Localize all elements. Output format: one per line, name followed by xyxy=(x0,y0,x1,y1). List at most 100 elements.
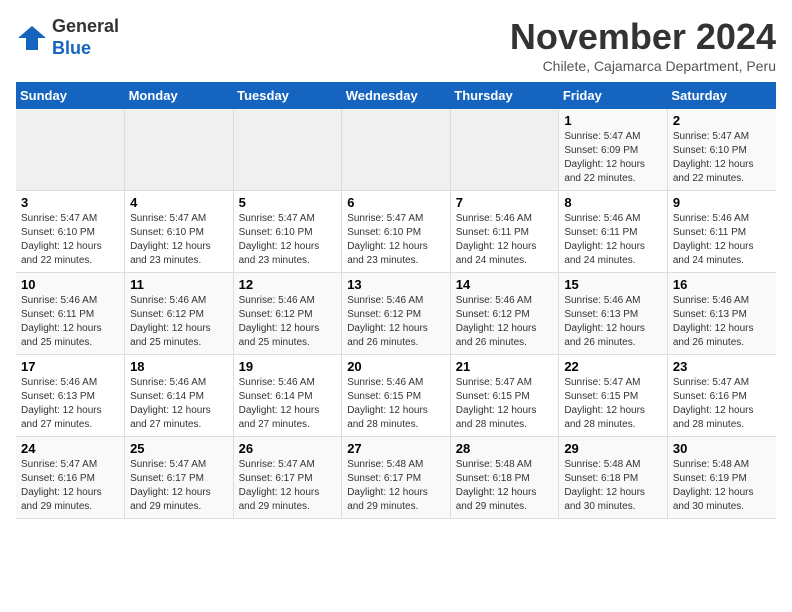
day-number: 5 xyxy=(239,195,337,210)
calendar-week-0: 1 Sunrise: 5:47 AM Sunset: 6:09 PM Daylig… xyxy=(16,109,776,191)
calendar-cell: 23 Sunrise: 5:47 AM Sunset: 6:16 PM Dayli… xyxy=(667,355,776,437)
day-info: Sunrise: 5:46 AM Sunset: 6:12 PM Dayligh… xyxy=(456,294,554,350)
day-number: 17 xyxy=(21,359,119,374)
calendar-cell: 12 Sunrise: 5:46 AM Sunset: 6:12 PM Dayli… xyxy=(233,273,342,355)
day-number: 6 xyxy=(347,195,445,210)
day-info: Sunrise: 5:48 AM Sunset: 6:18 PM Dayligh… xyxy=(456,458,554,514)
calendar-cell: 20Sunrise: 5:46 AM Sunset: 6:15 PM Dayli… xyxy=(342,355,451,437)
day-info: Sunrise: 5:48 AM Sunset: 6:18 PM Dayligh… xyxy=(564,458,662,514)
day-number: 4 xyxy=(130,195,228,210)
day-info: Sunrise: 5:46 AM Sunset: 6:11 PM Dayligh… xyxy=(673,212,771,268)
day-header-friday: Friday xyxy=(559,82,668,109)
calendar-cell: 29 Sunrise: 5:48 AM Sunset: 6:18 PM Dayli… xyxy=(559,437,668,519)
day-info: Sunrise: 5:47 AM Sunset: 6:15 PM Dayligh… xyxy=(564,376,662,432)
day-number: 13 xyxy=(347,277,445,292)
day-number: 1 xyxy=(564,113,662,128)
calendar-cell: 26 Sunrise: 5:47 AM Sunset: 6:17 PM Dayli… xyxy=(233,437,342,519)
calendar-cell xyxy=(450,109,559,191)
day-info: Sunrise: 5:46 AM Sunset: 6:11 PM Dayligh… xyxy=(456,212,554,268)
calendar-body: 1 Sunrise: 5:47 AM Sunset: 6:09 PM Daylig… xyxy=(16,109,776,519)
calendar-cell: 3Sunrise: 5:47 AM Sunset: 6:10 PM Daylig… xyxy=(16,191,125,273)
calendar-cell: 14 Sunrise: 5:46 AM Sunset: 6:12 PM Dayli… xyxy=(450,273,559,355)
calendar-cell: 10Sunrise: 5:46 AM Sunset: 6:11 PM Dayli… xyxy=(16,273,125,355)
day-number: 28 xyxy=(456,441,554,456)
title-area: November 2024 Chilete, Cajamarca Departm… xyxy=(510,16,776,74)
day-number: 23 xyxy=(673,359,771,374)
day-number: 12 xyxy=(239,277,337,292)
calendar-cell: 27Sunrise: 5:48 AM Sunset: 6:17 PM Dayli… xyxy=(342,437,451,519)
logo-text: General Blue xyxy=(52,16,119,59)
day-header-sunday: Sunday xyxy=(16,82,125,109)
day-info: Sunrise: 5:47 AM Sunset: 6:10 PM Dayligh… xyxy=(239,212,337,268)
calendar-cell xyxy=(16,109,125,191)
day-number: 30 xyxy=(673,441,771,456)
calendar-cell: 22 Sunrise: 5:47 AM Sunset: 6:15 PM Dayli… xyxy=(559,355,668,437)
calendar-cell: 9 Sunrise: 5:46 AM Sunset: 6:11 PM Daylig… xyxy=(667,191,776,273)
day-info: Sunrise: 5:46 AM Sunset: 6:11 PM Dayligh… xyxy=(564,212,662,268)
day-header-tuesday: Tuesday xyxy=(233,82,342,109)
day-number: 14 xyxy=(456,277,554,292)
calendar-cell: 7Sunrise: 5:46 AM Sunset: 6:11 PM Daylig… xyxy=(450,191,559,273)
calendar-cell xyxy=(125,109,234,191)
calendar-header-row: SundayMondayTuesdayWednesdayThursdayFrid… xyxy=(16,82,776,109)
calendar-cell: 28 Sunrise: 5:48 AM Sunset: 6:18 PM Dayli… xyxy=(450,437,559,519)
day-info: Sunrise: 5:46 AM Sunset: 6:13 PM Dayligh… xyxy=(21,376,119,432)
day-number: 15 xyxy=(564,277,662,292)
calendar-cell: 19Sunrise: 5:46 AM Sunset: 6:14 PM Dayli… xyxy=(233,355,342,437)
day-info: Sunrise: 5:47 AM Sunset: 6:09 PM Dayligh… xyxy=(564,130,662,186)
day-number: 22 xyxy=(564,359,662,374)
day-number: 21 xyxy=(456,359,554,374)
day-number: 2 xyxy=(673,113,771,128)
day-info: Sunrise: 5:47 AM Sunset: 6:16 PM Dayligh… xyxy=(673,376,771,432)
day-number: 16 xyxy=(673,277,771,292)
day-number: 8 xyxy=(564,195,662,210)
day-header-thursday: Thursday xyxy=(450,82,559,109)
calendar-cell xyxy=(342,109,451,191)
calendar-week-2: 10Sunrise: 5:46 AM Sunset: 6:11 PM Dayli… xyxy=(16,273,776,355)
day-info: Sunrise: 5:47 AM Sunset: 6:10 PM Dayligh… xyxy=(130,212,228,268)
day-number: 24 xyxy=(21,441,119,456)
calendar-cell: 11Sunrise: 5:46 AM Sunset: 6:12 PM Dayli… xyxy=(125,273,234,355)
calendar-cell: 13 Sunrise: 5:46 AM Sunset: 6:12 PM Dayli… xyxy=(342,273,451,355)
day-info: Sunrise: 5:48 AM Sunset: 6:19 PM Dayligh… xyxy=(673,458,771,514)
calendar-week-4: 24Sunrise: 5:47 AM Sunset: 6:16 PM Dayli… xyxy=(16,437,776,519)
calendar-cell: 6 Sunrise: 5:47 AM Sunset: 6:10 PM Daylig… xyxy=(342,191,451,273)
day-number: 9 xyxy=(673,195,771,210)
calendar-week-3: 17 Sunrise: 5:46 AM Sunset: 6:13 PM Dayli… xyxy=(16,355,776,437)
day-number: 25 xyxy=(130,441,228,456)
day-number: 19 xyxy=(239,359,337,374)
day-number: 26 xyxy=(239,441,337,456)
calendar-cell: 17 Sunrise: 5:46 AM Sunset: 6:13 PM Dayli… xyxy=(16,355,125,437)
calendar-cell: 30 Sunrise: 5:48 AM Sunset: 6:19 PM Dayli… xyxy=(667,437,776,519)
day-info: Sunrise: 5:46 AM Sunset: 6:13 PM Dayligh… xyxy=(673,294,771,350)
day-number: 18 xyxy=(130,359,228,374)
calendar-cell: 25 Sunrise: 5:47 AM Sunset: 6:17 PM Dayli… xyxy=(125,437,234,519)
day-info: Sunrise: 5:47 AM Sunset: 6:10 PM Dayligh… xyxy=(347,212,445,268)
day-info: Sunrise: 5:46 AM Sunset: 6:12 PM Dayligh… xyxy=(347,294,445,350)
day-info: Sunrise: 5:46 AM Sunset: 6:14 PM Dayligh… xyxy=(130,376,228,432)
calendar-cell: 16 Sunrise: 5:46 AM Sunset: 6:13 PM Dayli… xyxy=(667,273,776,355)
page-header: General Blue November 2024 Chilete, Caja… xyxy=(16,16,776,74)
day-number: 20 xyxy=(347,359,445,374)
calendar-cell: 24Sunrise: 5:47 AM Sunset: 6:16 PM Dayli… xyxy=(16,437,125,519)
logo: General Blue xyxy=(16,16,119,59)
day-info: Sunrise: 5:47 AM Sunset: 6:17 PM Dayligh… xyxy=(130,458,228,514)
day-number: 3 xyxy=(21,195,119,210)
month-title: November 2024 xyxy=(510,16,776,58)
logo-icon xyxy=(16,24,48,52)
calendar-cell: 8 Sunrise: 5:46 AM Sunset: 6:11 PM Daylig… xyxy=(559,191,668,273)
day-info: Sunrise: 5:48 AM Sunset: 6:17 PM Dayligh… xyxy=(347,458,445,514)
day-header-saturday: Saturday xyxy=(667,82,776,109)
calendar-cell: 2 Sunrise: 5:47 AM Sunset: 6:10 PM Daylig… xyxy=(667,109,776,191)
day-header-monday: Monday xyxy=(125,82,234,109)
calendar-cell xyxy=(233,109,342,191)
day-info: Sunrise: 5:46 AM Sunset: 6:12 PM Dayligh… xyxy=(130,294,228,350)
day-header-wednesday: Wednesday xyxy=(342,82,451,109)
calendar-table: SundayMondayTuesdayWednesdayThursdayFrid… xyxy=(16,82,776,519)
day-info: Sunrise: 5:47 AM Sunset: 6:10 PM Dayligh… xyxy=(673,130,771,186)
calendar-cell: 1 Sunrise: 5:47 AM Sunset: 6:09 PM Daylig… xyxy=(559,109,668,191)
day-info: Sunrise: 5:47 AM Sunset: 6:17 PM Dayligh… xyxy=(239,458,337,514)
day-info: Sunrise: 5:46 AM Sunset: 6:12 PM Dayligh… xyxy=(239,294,337,350)
day-number: 29 xyxy=(564,441,662,456)
calendar-cell: 15Sunrise: 5:46 AM Sunset: 6:13 PM Dayli… xyxy=(559,273,668,355)
